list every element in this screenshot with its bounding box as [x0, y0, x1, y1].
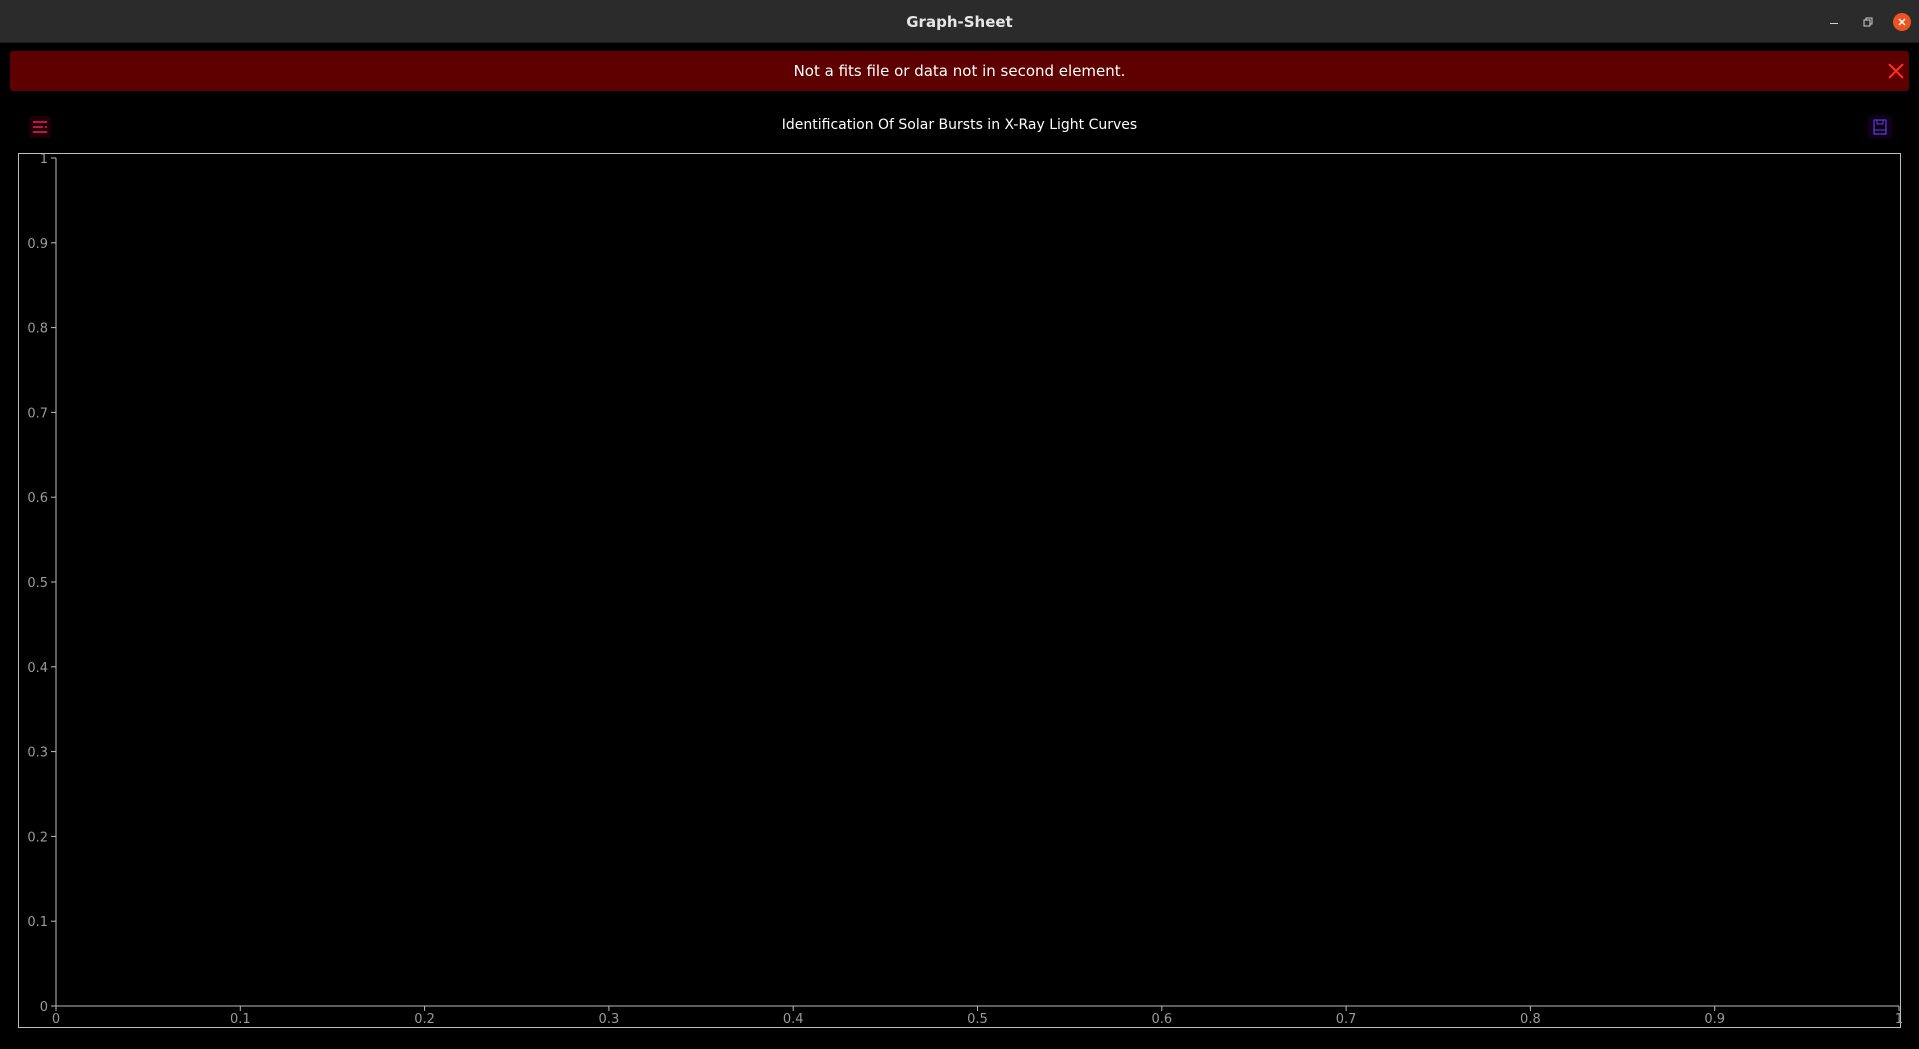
- x-tick-label: 0.7: [1336, 1012, 1357, 1027]
- save-icon: [1873, 119, 1887, 135]
- app-window: Graph-Sheet Not a fits file or data not …: [0, 0, 1919, 1049]
- y-tick-label: 0.5: [27, 576, 48, 591]
- y-tick-label: 0.2: [27, 830, 48, 845]
- save-button[interactable]: [1868, 115, 1892, 139]
- plot-title: Identification Of Solar Bursts in X-Ray …: [781, 117, 1138, 133]
- banner-close-button[interactable]: [1886, 61, 1906, 81]
- error-message: Not a fits file or data not in second el…: [793, 62, 1126, 80]
- x-tick-label: 0.1: [230, 1012, 251, 1027]
- maximize-button[interactable]: [1859, 13, 1877, 31]
- plot-area[interactable]: 0 0.1 0.2 0.3 0.4 0.5 0.6 0.7 0.8 0.9 1 0 0.1 0.2 0.3 0…: [18, 153, 1902, 1028]
- close-window-button[interactable]: [1893, 13, 1911, 31]
- x-tick-label: 0.5: [967, 1012, 988, 1027]
- x-tick-label: 0.6: [1151, 1012, 1172, 1027]
- y-tick-label: 0.8: [27, 322, 48, 337]
- chart: 0 0.1 0.2 0.3 0.4 0.5 0.6 0.7 0.8 0.9 1 0 0.1 0.2 0.3 0…: [27, 154, 1902, 1027]
- restore-icon: [1863, 17, 1873, 27]
- x-tick-label: 0.2: [414, 1012, 435, 1027]
- title-bar: Graph-Sheet: [0, 0, 1919, 43]
- x-tick-label: 0: [52, 1012, 60, 1027]
- y-tick-label: 1: [40, 154, 48, 167]
- y-tick-label: 0.6: [27, 491, 48, 506]
- y-tick-label: 0.7: [27, 406, 48, 421]
- x-tick-label: 0.9: [1704, 1012, 1725, 1027]
- window-title: Graph-Sheet: [906, 13, 1013, 31]
- x-tick-label: 0.8: [1520, 1012, 1541, 1027]
- close-icon: [1898, 18, 1906, 26]
- x-tick-label: 1: [1895, 1012, 1902, 1027]
- minimize-icon: [1830, 23, 1838, 24]
- close-icon: [1888, 63, 1904, 79]
- x-tick-label: 0.3: [599, 1012, 620, 1027]
- y-tick-label: 0.4: [27, 661, 48, 676]
- y-tick-label: 0.1: [27, 915, 48, 930]
- error-banner: Not a fits file or data not in second el…: [10, 51, 1909, 91]
- y-tick-label: 0.9: [27, 237, 48, 252]
- x-tick-label: 0.4: [783, 1012, 804, 1027]
- y-tick-label: 0.3: [27, 746, 48, 761]
- y-tick-label: 0: [40, 1000, 48, 1015]
- minimize-button[interactable]: [1825, 13, 1843, 31]
